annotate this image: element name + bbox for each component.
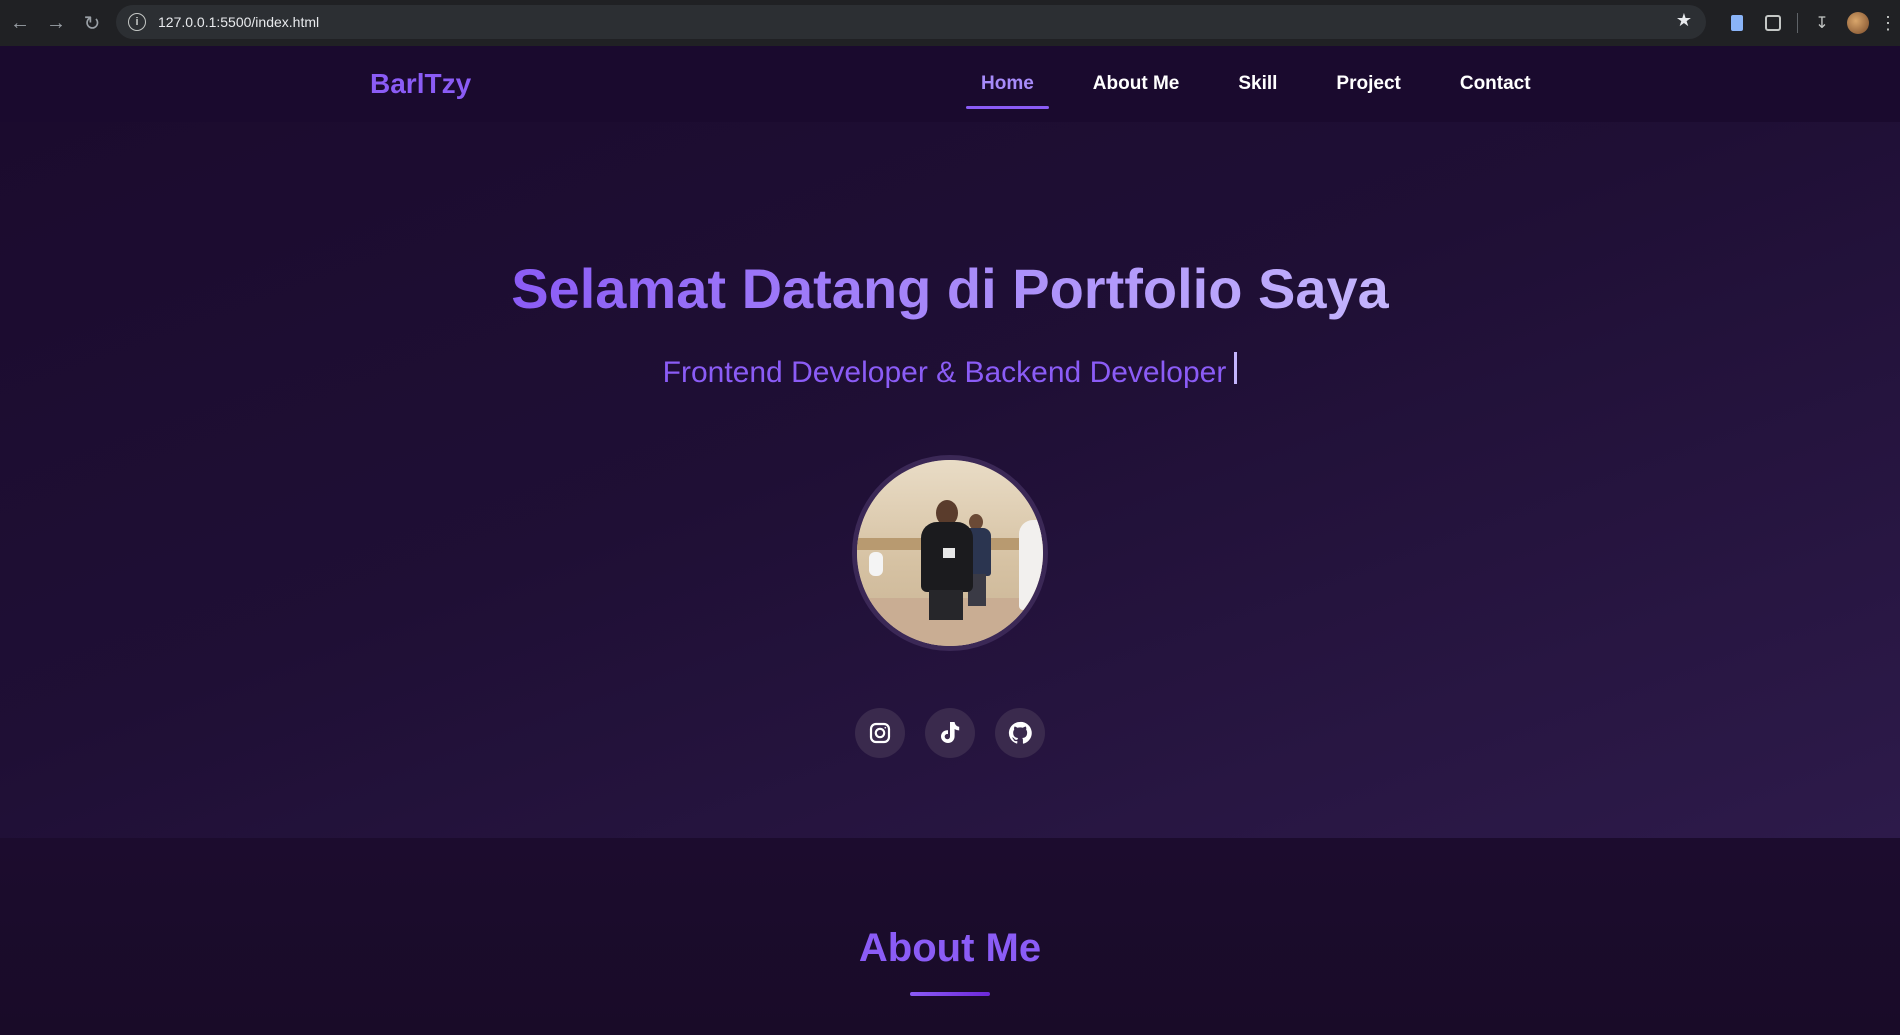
typing-cursor [1234,352,1238,384]
nav-project[interactable]: Project [1321,46,1415,122]
site-info-icon[interactable]: i [128,13,146,31]
hero-subtitle: Frontend Developer & Backend Developer [0,352,1900,390]
extensions-puzzle-icon[interactable] [1755,5,1791,41]
profile-photo [852,455,1048,651]
toolbar-separator [1797,13,1798,33]
profile-avatar[interactable] [1840,5,1876,41]
browser-toolbar: ← → ↻ i 127.0.0.1:5500/index.html ★ ↧ ⋮ [0,0,1900,46]
main-nav: Home About Me Skill Project Contact [966,46,1575,122]
hero-section: Selamat Datang di Portfolio Saya Fronten… [0,122,1900,838]
about-heading: About Me [858,926,1042,970]
social-links [0,708,1900,758]
menu-dots-icon[interactable]: ⋮ [1876,13,1900,34]
extension-doc-icon[interactable] [1719,5,1755,41]
site-header: BarlTzy Home About Me Skill Project Cont… [0,46,1900,122]
github-icon [1008,721,1032,744]
nav-home[interactable]: Home [966,46,1049,122]
site-logo[interactable]: BarlTzy [370,68,471,100]
bookmark-star-icon[interactable]: ★ [1676,10,1692,31]
nav-skill[interactable]: Skill [1223,46,1292,122]
typed-text: Frontend Developer & Backend Developer [662,356,1227,389]
heading-underline [910,992,990,996]
about-section: About Me [0,838,1900,1035]
address-bar[interactable]: i 127.0.0.1:5500/index.html ★ [116,5,1706,39]
tiktok-icon [941,722,960,743]
forward-arrow-icon[interactable]: → [38,5,74,41]
back-arrow-icon[interactable]: ← [2,5,38,41]
instagram-link[interactable] [855,708,905,758]
hero-title: Selamat Datang di Portfolio Saya [511,257,1389,320]
github-link[interactable] [995,708,1045,758]
reload-icon[interactable]: ↻ [74,5,110,41]
download-icon[interactable]: ↧ [1804,5,1840,41]
instagram-icon [869,722,891,744]
tiktok-link[interactable] [925,708,975,758]
nav-contact[interactable]: Contact [1445,46,1546,122]
nav-about-me[interactable]: About Me [1078,46,1195,122]
url-text[interactable]: 127.0.0.1:5500/index.html [158,14,319,30]
